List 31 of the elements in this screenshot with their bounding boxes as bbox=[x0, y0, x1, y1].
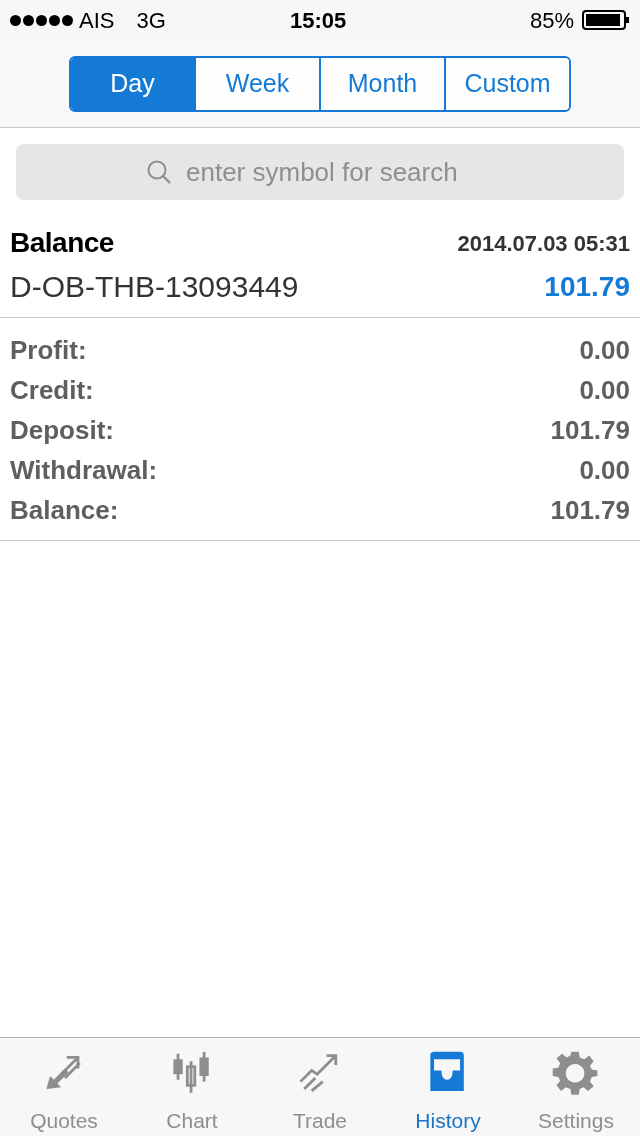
summary-value: 101.79 bbox=[550, 493, 630, 527]
signal-icon bbox=[10, 14, 73, 26]
search-icon bbox=[146, 159, 172, 185]
summary-label: Deposit: bbox=[10, 413, 114, 447]
period-tab[interactable]: Day bbox=[71, 58, 194, 110]
battery-icon bbox=[582, 10, 630, 30]
summary-label: Balance: bbox=[10, 493, 119, 527]
carrier-text: AIS bbox=[79, 6, 115, 35]
status-time: 15:05 bbox=[290, 6, 347, 35]
entry-comment: D-OB-THB-13093449 bbox=[10, 269, 299, 305]
summary-label: Credit: bbox=[10, 373, 94, 407]
summary-value: 0.00 bbox=[579, 333, 630, 367]
tab-bar-item[interactable]: History bbox=[384, 1038, 512, 1136]
summary-label: Profit: bbox=[10, 333, 87, 367]
period-tab[interactable]: Week bbox=[194, 58, 319, 110]
battery-text: 85% bbox=[529, 6, 574, 35]
summary-value: 0.00 bbox=[579, 453, 630, 487]
entry-type: Balance bbox=[10, 226, 114, 260]
entry-date: 2014.07.03 05:31 bbox=[457, 229, 630, 258]
summary-value: 0.00 bbox=[579, 373, 630, 407]
tab-bar-item[interactable]: Quotes bbox=[0, 1038, 128, 1136]
period-tab[interactable]: Custom bbox=[444, 58, 569, 110]
network-text: 3G bbox=[136, 6, 166, 35]
search-field[interactable]: enter symbol for search bbox=[16, 144, 624, 200]
tab-bar-item[interactable]: Settings bbox=[512, 1038, 640, 1136]
period-tab[interactable]: Month bbox=[319, 58, 444, 110]
summary-value: 101.79 bbox=[550, 413, 630, 447]
tab-bar-item[interactable]: Trade bbox=[256, 1038, 384, 1136]
summary-label: Withdrawal: bbox=[10, 453, 158, 487]
tab-bar-item[interactable]: Chart bbox=[128, 1038, 256, 1136]
entry-amount: 101.79 bbox=[544, 269, 630, 304]
